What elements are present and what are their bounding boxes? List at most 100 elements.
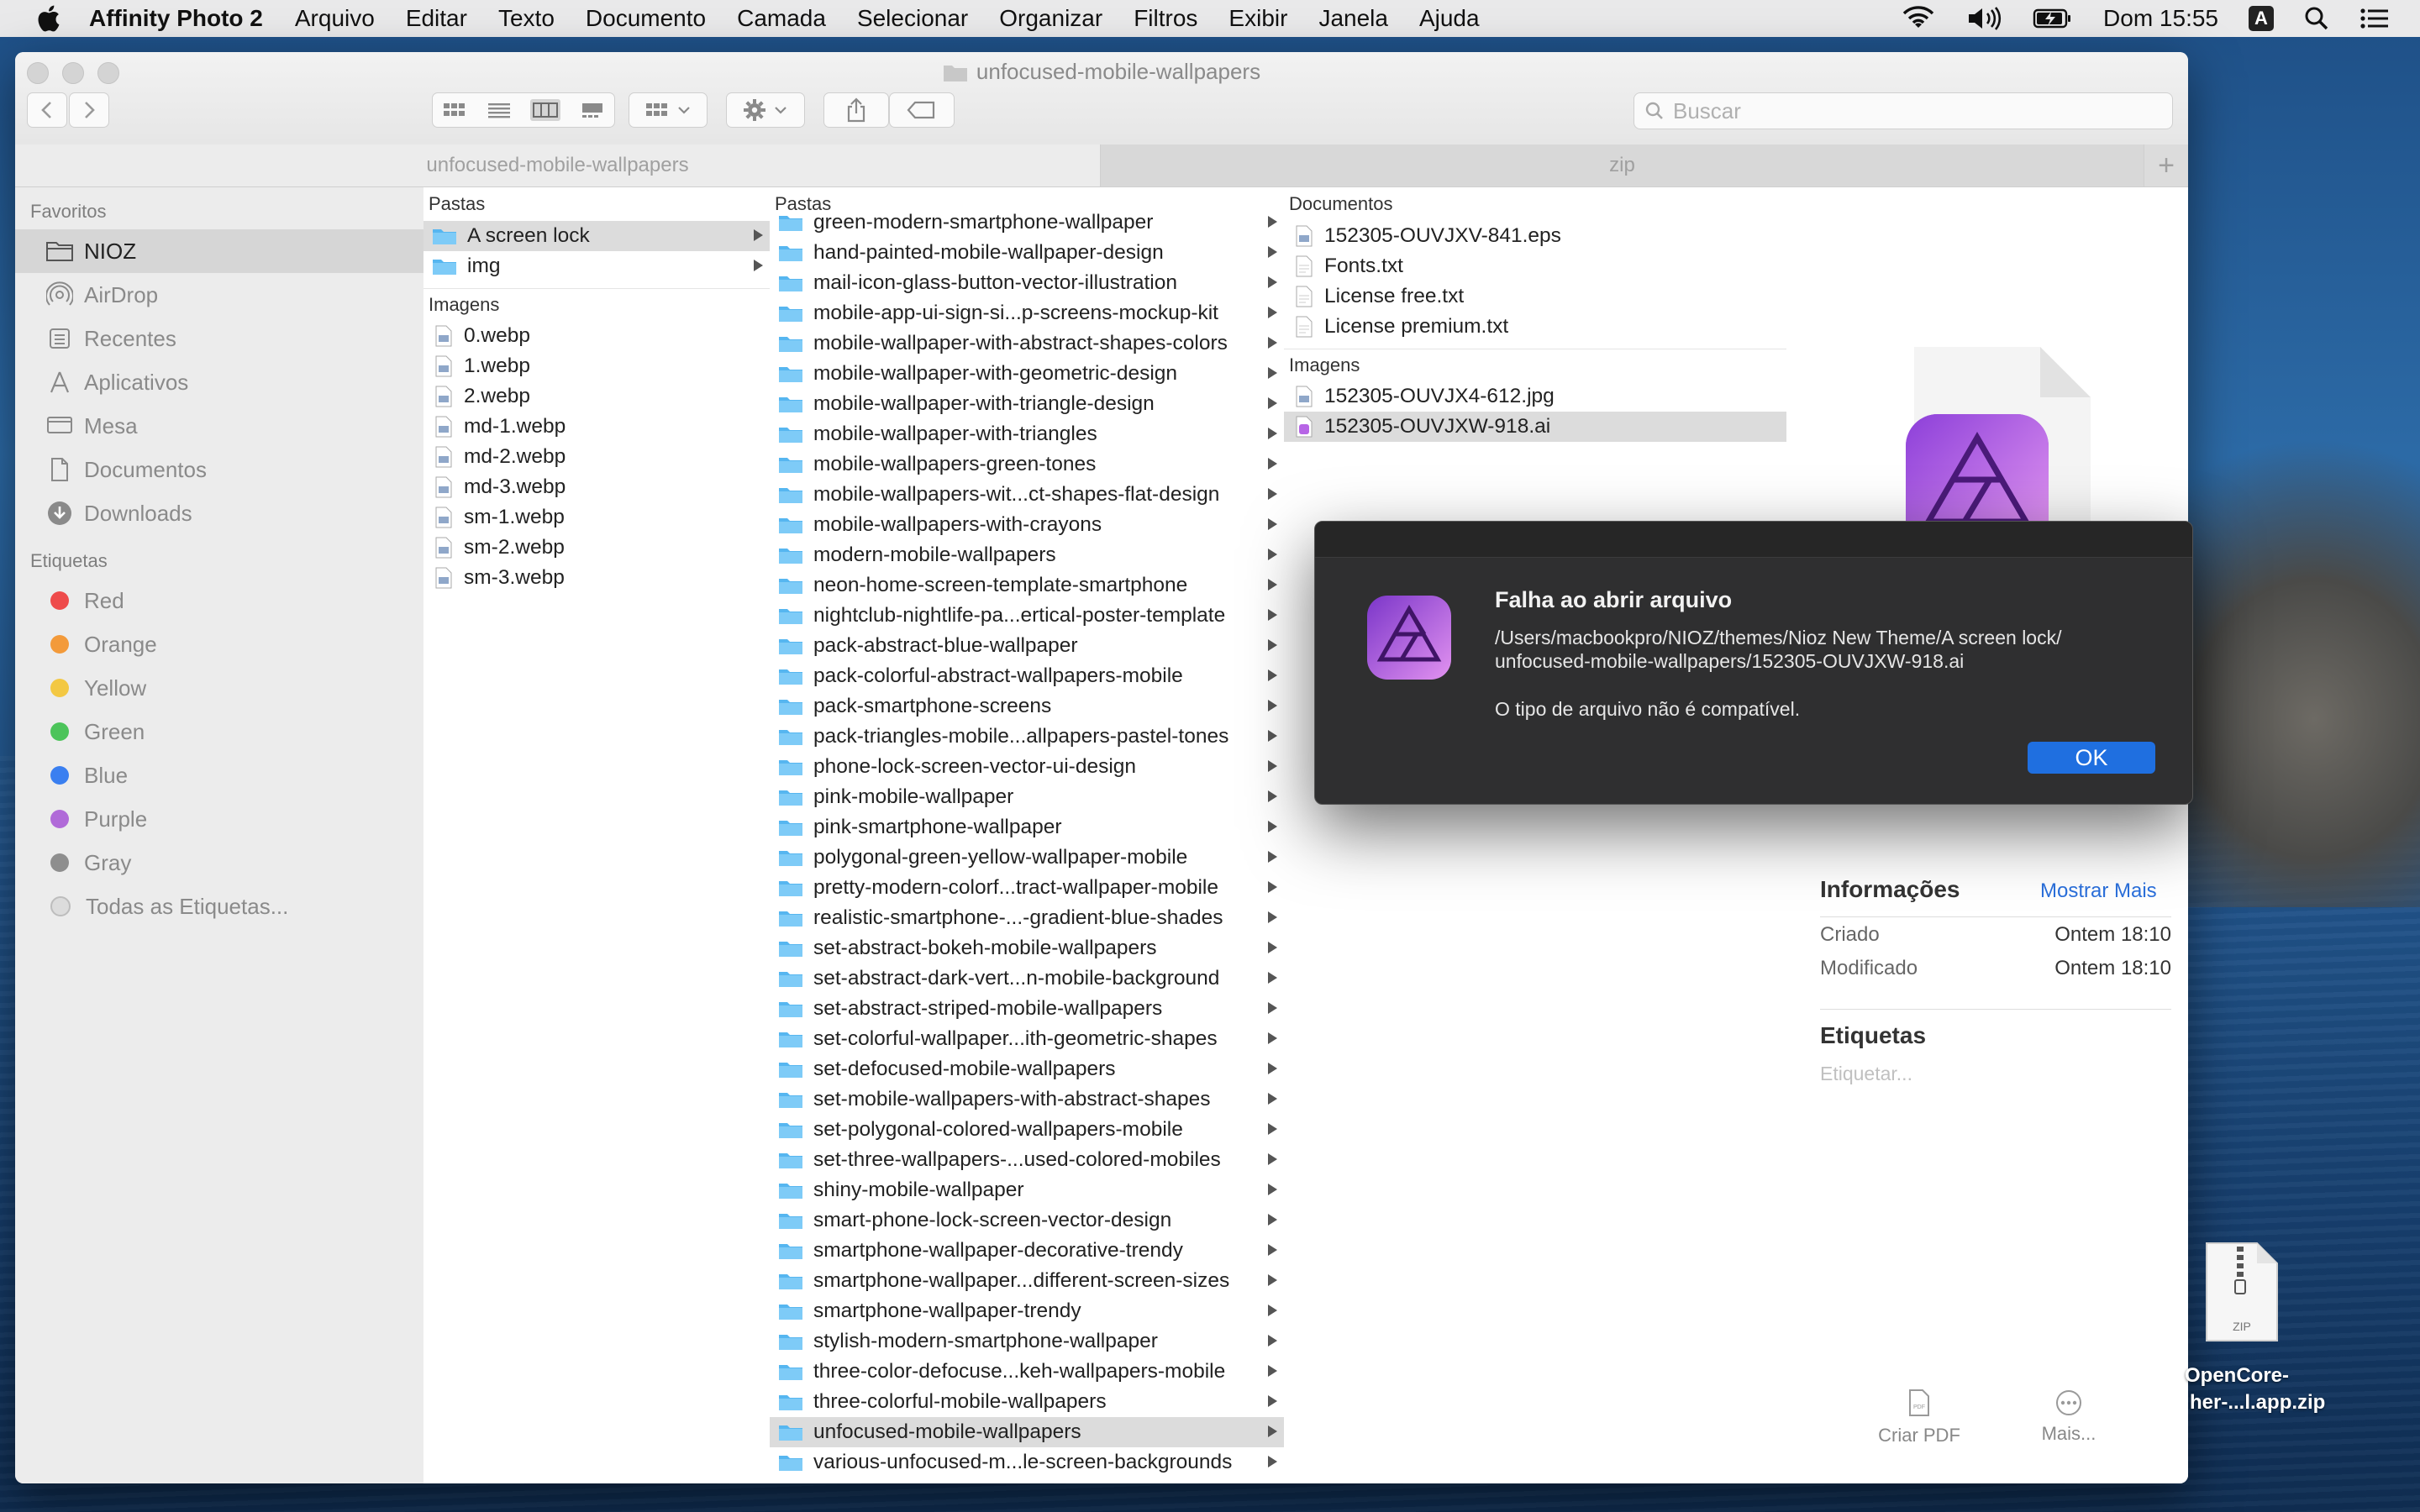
gallery-view-icon[interactable] (580, 101, 605, 119)
menu-texto[interactable]: Texto (498, 5, 555, 32)
apple-icon[interactable] (35, 4, 60, 33)
battery-charging-icon[interactable] (2033, 7, 2073, 30)
sidebar-item-aplicativos[interactable]: Aplicativos (15, 360, 424, 404)
sidebar-tag-green[interactable]: Green (15, 710, 424, 753)
menu-editar[interactable]: Editar (406, 5, 467, 32)
file-row[interactable]: 1.webp (424, 351, 770, 381)
sidebar-tag-gray[interactable]: Gray (15, 841, 424, 885)
volume-icon[interactable] (1965, 6, 2002, 31)
menu-selecionar[interactable]: Selecionar (857, 5, 968, 32)
folder-row[interactable]: mail-icon-glass-button-vector-illustrati… (770, 268, 1284, 298)
folder-row[interactable]: various-unfocused-m...le-screen-backgrou… (770, 1447, 1284, 1478)
sidebar-item-airdrop[interactable]: AirDrop (15, 273, 424, 317)
menu-ajuda[interactable]: Ajuda (1419, 5, 1480, 32)
tab-unfocused-mobile-wallpapers[interactable]: unfocused-mobile-wallpapers (15, 144, 1101, 186)
sidebar-item-mesa[interactable]: Mesa (15, 404, 424, 448)
search-field[interactable]: Buscar (1634, 92, 2173, 129)
folder-row[interactable]: smartphone-wallpaper-trendy (770, 1296, 1284, 1326)
folder-row[interactable]: pink-mobile-wallpaper (770, 782, 1284, 812)
folder-row[interactable]: mobile-wallpaper-with-triangle-design (770, 389, 1284, 419)
folder-row[interactable]: polygonal-green-yellow-wallpaper-mobile (770, 843, 1284, 873)
folder-row[interactable]: realistic-smartphone-...-gradient-blue-s… (770, 903, 1284, 933)
sidebar-tag-orange[interactable]: Orange (15, 622, 424, 666)
file-row[interactable]: 152305-OUVJXV-841.eps (1284, 221, 1786, 251)
folder-row[interactable]: pack-smartphone-screens (770, 691, 1284, 722)
menubar-clock[interactable]: Dom 15:55 (2103, 5, 2218, 32)
tab-zip[interactable]: zip (1101, 144, 2144, 186)
icon-view-icon[interactable] (442, 101, 467, 119)
file-row[interactable]: md-3.webp (424, 472, 770, 502)
folder-row[interactable]: mobile-wallpapers-with-crayons (770, 510, 1284, 540)
file-row[interactable]: sm-3.webp (424, 563, 770, 593)
folder-row[interactable]: pretty-modern-colorf...tract-wallpaper-m… (770, 873, 1284, 903)
folder-row[interactable]: mobile-wallpapers-green-tones (770, 449, 1284, 480)
sidebar-item-documentos[interactable]: Documentos (15, 448, 424, 491)
file-row[interactable]: 0.webp (424, 321, 770, 351)
file-row[interactable]: 2.webp (424, 381, 770, 412)
folder-row[interactable]: pack-triangles-mobile...allpapers-pastel… (770, 722, 1284, 752)
folder-row[interactable]: set-abstract-dark-vert...n-mobile-backgr… (770, 963, 1284, 994)
folder-row[interactable]: set-mobile-wallpapers-with-abstract-shap… (770, 1084, 1284, 1115)
folder-row[interactable]: mobile-wallpaper-with-triangles (770, 419, 1284, 449)
folder-row[interactable]: neon-home-screen-template-smartphone (770, 570, 1284, 601)
folder-row[interactable]: hand-painted-mobile-wallpaper-design (770, 238, 1284, 268)
folder-row[interactable]: mobile-wallpaper-with-abstract-shapes-co… (770, 328, 1284, 359)
wifi-icon[interactable] (1902, 6, 1935, 31)
sidebar-tag-purple[interactable]: Purple (15, 797, 424, 841)
group-by-button[interactable] (629, 92, 708, 128)
file-row[interactable]: md-2.webp (424, 442, 770, 472)
action-button[interactable] (726, 92, 805, 128)
menu-organizar[interactable]: Organizar (999, 5, 1102, 32)
folder-row[interactable]: shiny-mobile-wallpaper (770, 1175, 1284, 1205)
more-button[interactable]: Mais... (2027, 1389, 2111, 1445)
menu-camada[interactable]: Camada (737, 5, 826, 32)
sidebar-tag-blue[interactable]: Blue (15, 753, 424, 797)
forward-button[interactable] (69, 92, 109, 128)
folder-row[interactable]: phone-lock-screen-vector-ui-design (770, 752, 1284, 782)
create-pdf-button[interactable]: PDF Criar PDF (1869, 1389, 1970, 1446)
folder-row[interactable]: pink-smartphone-wallpaper (770, 812, 1284, 843)
folder-row[interactable]: modern-mobile-wallpapers (770, 540, 1284, 570)
folder-row[interactable]: set-abstract-striped-mobile-wallpapers (770, 994, 1284, 1024)
control-center-icon[interactable] (2360, 7, 2390, 30)
file-row[interactable]: md-1.webp (424, 412, 770, 442)
sidebar-item-downloads[interactable]: Downloads (15, 491, 424, 535)
sidebar-item-all-tags[interactable]: Todas as Etiquetas... (15, 885, 424, 928)
folder-row[interactable]: smartphone-wallpaper-decorative-trendy (770, 1236, 1284, 1266)
folder-row[interactable]: mobile-wallpaper-with-geometric-design (770, 359, 1284, 389)
show-more-link[interactable]: Mostrar Mais (2040, 879, 2157, 903)
sidebar-item-nioz[interactable]: NIOZ (15, 229, 424, 273)
folder-row[interactable]: three-colorful-mobile-wallpapers (770, 1387, 1284, 1417)
menu-exibir[interactable]: Exibir (1228, 5, 1287, 32)
file-row[interactable]: 152305-OUVJXW-918.ai (1284, 412, 1786, 442)
edit-tags-button[interactable] (889, 92, 955, 128)
folder-row[interactable]: pack-abstract-blue-wallpaper (770, 631, 1284, 661)
column-view-icon[interactable] (530, 99, 561, 121)
input-source-icon[interactable]: A (2249, 6, 2274, 31)
sidebar-item-recentes[interactable]: Recentes (15, 317, 424, 360)
tags-input[interactable]: Etiquetar... (1820, 1063, 1912, 1085)
folder-row[interactable]: nightclub-nightlife-pa...ertical-poster-… (770, 601, 1284, 631)
new-tab-button[interactable]: + (2144, 144, 2188, 186)
folder-row[interactable]: set-abstract-bokeh-mobile-wallpapers (770, 933, 1284, 963)
spotlight-search-icon[interactable] (2304, 6, 2329, 31)
folder-row[interactable]: set-polygonal-colored-wallpapers-mobile (770, 1115, 1284, 1145)
folder-row[interactable]: stylish-modern-smartphone-wallpaper (770, 1326, 1284, 1357)
back-button[interactable] (27, 92, 67, 128)
menu-documento[interactable]: Documento (586, 5, 706, 32)
menu-arquivo[interactable]: Arquivo (295, 5, 375, 32)
folder-row[interactable]: pack-colorful-abstract-wallpapers-mobile (770, 661, 1284, 691)
file-row[interactable]: License premium.txt (1284, 312, 1786, 342)
folder-row[interactable]: green-modern-smartphone-wallpaper (770, 207, 1284, 238)
folder-row[interactable]: mobile-app-ui-sign-si...p-screens-mockup… (770, 298, 1284, 328)
share-button[interactable] (823, 92, 889, 128)
file-row[interactable]: 152305-OUVJX4-612.jpg (1284, 381, 1786, 412)
folder-row[interactable]: mobile-wallpapers-wit...ct-shapes-flat-d… (770, 480, 1284, 510)
folder-row[interactable]: set-three-wallpapers-...used-colored-mob… (770, 1145, 1284, 1175)
sidebar-tag-yellow[interactable]: Yellow (15, 666, 424, 710)
menu-janela[interactable]: Janela (1318, 5, 1388, 32)
folder-row[interactable]: three-color-defocuse...keh-wallpapers-mo… (770, 1357, 1284, 1387)
folder-row[interactable]: smartphone-wallpaper...different-screen-… (770, 1266, 1284, 1296)
folder-row[interactable]: A screen lock (424, 221, 770, 251)
folder-row[interactable]: smart-phone-lock-screen-vector-design (770, 1205, 1284, 1236)
